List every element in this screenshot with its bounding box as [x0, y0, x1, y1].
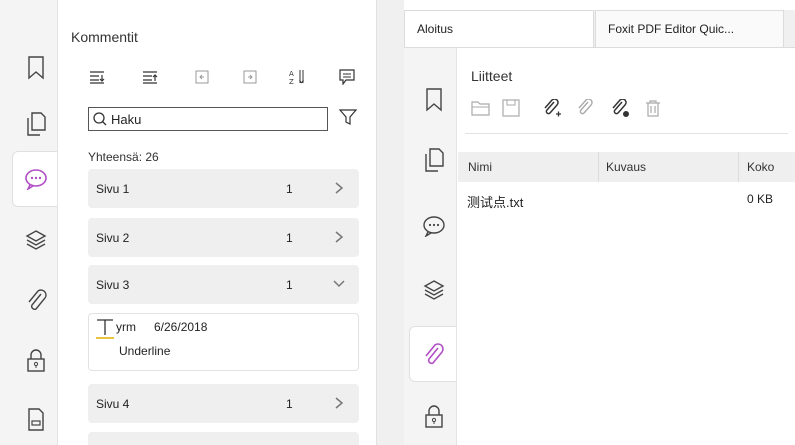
expand-all-icon[interactable] [88, 68, 106, 86]
comment-icon[interactable] [338, 68, 356, 86]
attachment-name[interactable]: 测试点.txt [467, 192, 523, 211]
tab-label: Aloitus [417, 22, 454, 36]
page-label: Sivu 4 [96, 397, 130, 411]
search-icon [93, 112, 107, 126]
column-header-name[interactable]: Nimi [468, 160, 492, 174]
add-attachment-icon[interactable] [542, 99, 562, 119]
page-label: Sivu 2 [96, 231, 130, 245]
page-group-row[interactable]: Sivu 2 1 [88, 218, 359, 257]
comment-date: 6/26/2018 [154, 320, 208, 334]
attachments-icon[interactable] [409, 326, 456, 382]
layers-icon[interactable] [414, 262, 454, 318]
panel-title: Liitteet [471, 68, 513, 84]
comments-icon[interactable] [12, 151, 58, 207]
comment-count: 1 [286, 278, 293, 292]
open-icon[interactable] [471, 99, 491, 117]
next-icon[interactable] [241, 68, 259, 86]
search-input[interactable]: Haku [88, 107, 328, 131]
panel-title: Kommentit [71, 29, 138, 45]
delete-icon[interactable] [645, 99, 661, 117]
svg-text:A: A [289, 70, 294, 78]
underline-tool-icon [96, 319, 114, 339]
comment-count: 1 [286, 397, 293, 411]
chevron-down-icon[interactable] [332, 276, 346, 292]
attachment-settings-icon[interactable] [610, 99, 632, 119]
left-sidebar-rail [0, 0, 58, 445]
page-label: Sivu 3 [96, 278, 130, 292]
pages-icon[interactable] [14, 96, 58, 152]
page-group-row[interactable]: Sivu 3 1 [88, 265, 359, 304]
toolbar-separator [465, 133, 788, 134]
comment-text: Underline [119, 344, 171, 358]
panel-divider[interactable] [376, 0, 404, 445]
collapse-all-icon[interactable] [141, 68, 159, 86]
sort-icon[interactable]: AZ [289, 68, 307, 86]
table-header: Nimi Kuvaus Koko [458, 152, 795, 182]
tab-bar: Aloitus Foxit PDF Editor Quic... [404, 10, 795, 47]
tab-label: Foxit PDF Editor Quic... [608, 22, 735, 36]
column-divider[interactable] [598, 152, 599, 182]
tab-home[interactable]: Aloitus [404, 10, 594, 47]
attachment-size: 0 KB [747, 192, 774, 206]
column-header-size[interactable]: Koko [747, 160, 774, 174]
total-count: Yhteensä: 26 [88, 150, 159, 164]
attachments-panel: Liitteet Nimi Kuvaus Koko 测试点.txt 0 KB [456, 48, 795, 445]
tab-foxit-quick[interactable]: Foxit PDF Editor Quic... [595, 10, 784, 47]
svg-text:Z: Z [289, 78, 294, 85]
chevron-right-icon[interactable] [332, 229, 346, 245]
bookmarks-icon[interactable] [414, 72, 454, 128]
previous-icon[interactable] [193, 68, 211, 86]
security-lock-icon[interactable] [414, 388, 454, 444]
attachments-icon[interactable] [14, 272, 58, 328]
right-sidebar-rail [404, 48, 456, 445]
comments-panel: Kommentit AZ Haku Yhteensä: 26 Sivu 1 1 … [57, 0, 375, 445]
column-header-description[interactable]: Kuvaus [606, 160, 646, 174]
layers-icon[interactable] [14, 212, 58, 268]
comment-count: 1 [286, 182, 293, 196]
chevron-right-icon[interactable] [332, 180, 346, 196]
document-properties-icon[interactable] [14, 392, 58, 445]
comment-item[interactable]: yrm 6/26/2018 Underline [88, 313, 359, 371]
pages-icon[interactable] [414, 132, 454, 188]
comment-count: 1 [286, 231, 293, 245]
filter-icon[interactable] [338, 108, 358, 131]
page-group-row-partial[interactable] [88, 432, 359, 445]
page-group-row[interactable]: Sivu 1 1 [88, 169, 359, 208]
page-label: Sivu 1 [96, 182, 130, 196]
comments-icon[interactable] [414, 198, 454, 254]
page-group-row[interactable]: Sivu 4 1 [88, 384, 359, 423]
bookmarks-icon[interactable] [14, 40, 58, 96]
security-lock-icon[interactable] [14, 332, 58, 388]
chevron-right-icon[interactable] [332, 395, 346, 411]
attachment-icon[interactable] [575, 99, 595, 119]
search-value: Haku [111, 111, 142, 127]
save-icon[interactable] [502, 99, 520, 117]
comment-author: yrm [116, 320, 136, 334]
column-divider[interactable] [738, 152, 739, 182]
app-root: Kommentit AZ Haku Yhteensä: 26 Sivu 1 1 … [0, 0, 795, 445]
